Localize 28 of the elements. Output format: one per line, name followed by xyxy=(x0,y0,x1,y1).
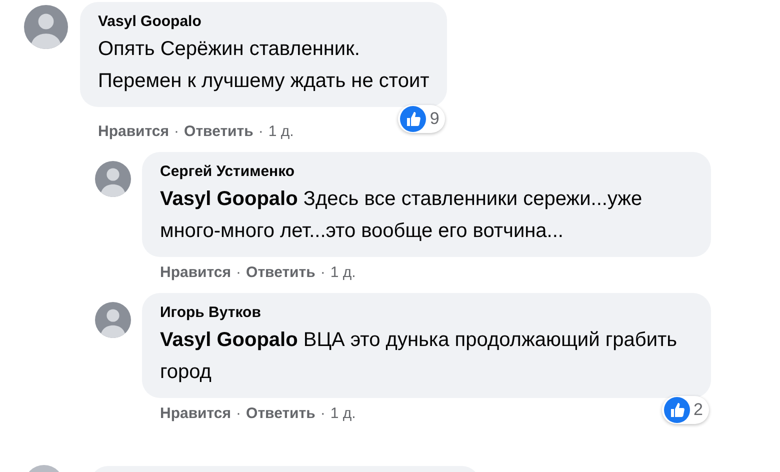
action-link[interactable]: Ответить xyxy=(246,402,316,426)
action-link[interactable]: Нравится xyxy=(160,402,232,426)
avatar[interactable] xyxy=(95,302,131,338)
timestamp[interactable]: 1 д. xyxy=(268,120,294,144)
action-link[interactable]: Ответить xyxy=(184,120,254,144)
separator-dot: · xyxy=(236,262,242,283)
reaction-badge[interactable]: 2 xyxy=(662,396,709,424)
comment-text: Vasyl Goopalo Здесь все ставленники сережи...уже много-много лет...это вообще его вотчина... xyxy=(160,187,644,244)
separator-dot: · xyxy=(258,122,264,142)
separator-dot: · xyxy=(320,262,326,283)
separator-dot: · xyxy=(236,404,242,424)
avatar[interactable] xyxy=(95,161,131,197)
reaction-badge[interactable]: 9 xyxy=(398,105,446,133)
separator-dot: · xyxy=(320,404,326,424)
separator-dot: · xyxy=(174,122,180,142)
thumbs-up-icon xyxy=(400,106,426,132)
comment-text: Опять Серёжин ставленник. Перемен к лучшему ждать не стоит xyxy=(98,37,430,94)
timestamp[interactable]: 1 д. xyxy=(330,402,356,426)
thumbs-up-icon xyxy=(664,397,690,423)
action-link[interactable]: Нравится xyxy=(160,262,232,284)
author-name[interactable]: Сергей Устименко xyxy=(160,161,295,183)
comment-text: Vasyl Goopalo ВЦА это дунька продолжающий грабить город xyxy=(160,328,678,385)
action-link[interactable]: Ответить xyxy=(246,262,316,284)
avatar[interactable] xyxy=(24,5,68,49)
author-name[interactable]: Vasyl Goopalo xyxy=(98,11,202,33)
action-link[interactable]: Нравится xyxy=(98,120,170,144)
timestamp[interactable]: 1 д. xyxy=(330,262,356,284)
author-name[interactable]: Игорь Вутков xyxy=(160,302,261,324)
